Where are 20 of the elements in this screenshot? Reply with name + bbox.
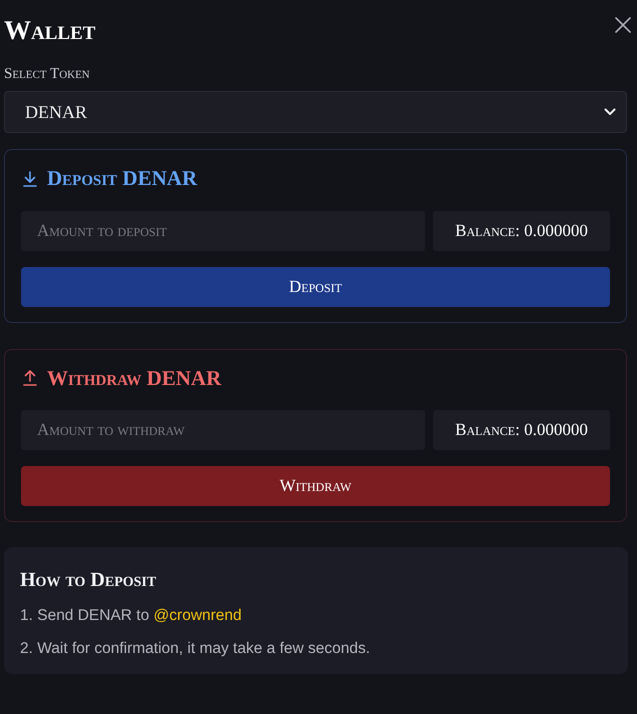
panel-title: Withdraw DENAR bbox=[47, 366, 222, 391]
instruction-step: 2. Wait for confirmation, it may take a few seconds. bbox=[20, 638, 612, 660]
balance-display: Balance: 0.000000 bbox=[433, 410, 610, 450]
instructions-title: How to Deposit bbox=[20, 568, 158, 592]
balance-display: Balance: 0.000000 bbox=[433, 210, 610, 251]
handle-link[interactable]: @crownrend bbox=[154, 606, 242, 624]
amount-input[interactable]: Amount to withdraw bbox=[21, 410, 425, 450]
token-select[interactable]: DENAR bbox=[4, 91, 627, 134]
select-label: Select Token bbox=[4, 65, 91, 84]
dialog-title: Wallet bbox=[4, 14, 96, 46]
withdraw-button[interactable]: Withdraw bbox=[21, 466, 610, 506]
close-icon bbox=[615, 17, 631, 33]
chevron-down-icon bbox=[604, 108, 616, 116]
upload-icon bbox=[23, 370, 37, 386]
download-icon bbox=[23, 170, 37, 187]
amount-input[interactable]: Amount to deposit bbox=[21, 210, 425, 251]
panel-title: Deposit DENAR bbox=[47, 166, 198, 192]
instruction-step: 1. Send DENAR to @crownrend bbox=[20, 606, 612, 627]
close-button[interactable] bbox=[615, 17, 631, 33]
deposit-button[interactable]: Deposit bbox=[21, 266, 610, 307]
